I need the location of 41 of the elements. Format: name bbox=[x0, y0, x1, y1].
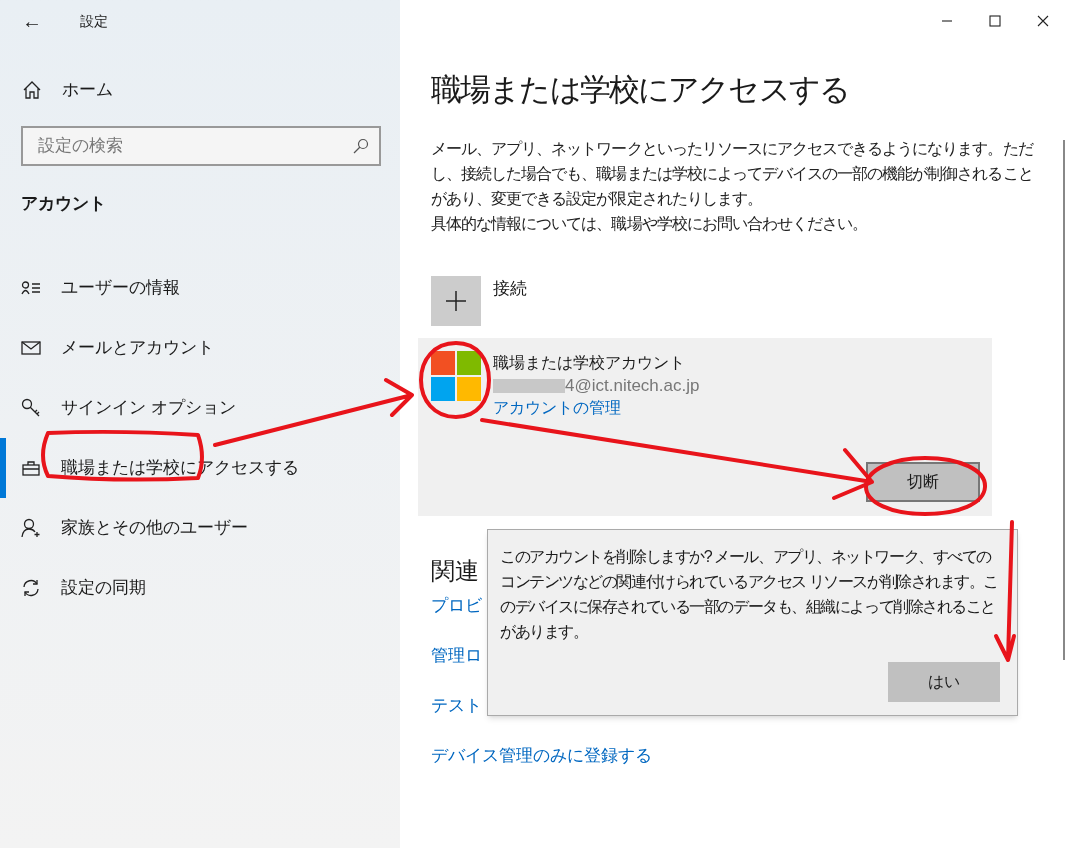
sync-icon bbox=[21, 578, 41, 598]
yes-button[interactable]: はい bbox=[888, 662, 1000, 702]
envelope-icon bbox=[21, 341, 41, 355]
related-link[interactable]: デバイス管理のみに登録する bbox=[431, 740, 652, 790]
sidebar-item[interactable]: 設定の同期 bbox=[0, 558, 400, 618]
windows-logo-icon bbox=[431, 351, 481, 401]
sidebar-item[interactable]: 家族とその他のユーザー bbox=[0, 498, 400, 558]
maximize-icon[interactable] bbox=[989, 15, 1001, 27]
section-heading: アカウント bbox=[20, 193, 107, 216]
key-icon bbox=[21, 398, 41, 418]
account-name: 職場または学校アカウント bbox=[493, 353, 686, 373]
sidebar-item[interactable]: メールとアカウント bbox=[0, 318, 400, 378]
sidebar-item[interactable]: ユーザーの情報 bbox=[0, 258, 400, 318]
description-text: 具体的な情報については、職場や学校にお問い合わせください。 bbox=[431, 214, 869, 234]
briefcase-icon bbox=[21, 460, 41, 476]
close-icon[interactable] bbox=[1037, 15, 1049, 27]
back-button[interactable]: ← bbox=[0, 11, 64, 31]
account-card[interactable]: 職場または学校アカウント 4@ict.nitech.ac.jp アカウントの管理 切断 bbox=[418, 338, 992, 516]
person-add-icon bbox=[21, 518, 41, 538]
redaction-bar bbox=[493, 379, 565, 393]
dialog-message: このアカウントを削除しますか? メール、アプリ、ネットワーク、すべてのコンテンツなどの関連付けられているアクセス リソースが削除されます。このデバイスに保存されている一部のデータも、組織によって削除されることがあります。 bbox=[500, 547, 1000, 642]
disconnect-button[interactable]: 切断 bbox=[866, 462, 980, 502]
sidebar-item[interactable]: サインイン オプション bbox=[0, 378, 400, 438]
section-heading: 関連 bbox=[431, 556, 479, 586]
person-list-icon bbox=[21, 281, 41, 295]
window-title: 設定 bbox=[79, 11, 108, 31]
account-email: 4@ict.nitech.ac.jp bbox=[565, 375, 700, 397]
add-button[interactable] bbox=[431, 276, 481, 326]
home-link[interactable]: ホーム bbox=[62, 77, 113, 103]
related-link[interactable]: テスト bbox=[431, 690, 482, 740]
home-icon[interactable] bbox=[22, 80, 42, 100]
description-text: メール、アプリ、ネットワークといったリソースにアクセスできるようになります。ただし、接続した場合でも、職場または学校によってデバイスの一部の機能が制御されることがあり、変更できる設定が限定されたりします。 bbox=[431, 139, 1035, 209]
connect-label[interactable]: 接続 bbox=[493, 276, 527, 302]
related-link[interactable]: 管理ロ bbox=[431, 640, 482, 690]
plus-icon bbox=[445, 290, 467, 312]
scrollbar-thumb[interactable] bbox=[1063, 140, 1065, 660]
search-field[interactable]: 設定の検索 bbox=[21, 126, 381, 166]
page-title: 職場または学校にアクセスする bbox=[431, 71, 849, 109]
manage-account-link[interactable]: アカウントの管理 bbox=[493, 397, 700, 419]
related-link[interactable]: プロビ bbox=[431, 590, 482, 640]
search-icon[interactable] bbox=[353, 138, 369, 154]
